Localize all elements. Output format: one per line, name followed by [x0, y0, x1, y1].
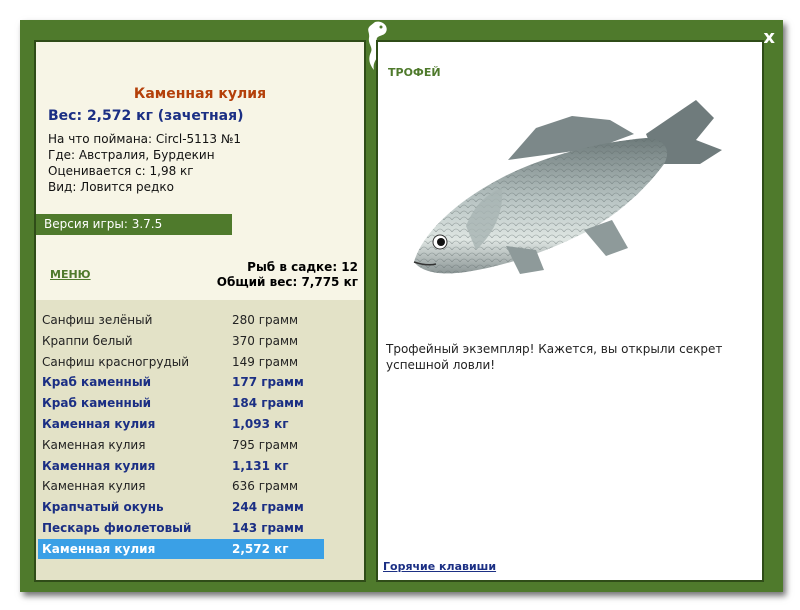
fish-list-weight: 1,093 кг [232, 417, 289, 431]
menu-button[interactable]: МЕНЮ [50, 268, 91, 281]
fish-list-row[interactable]: Санфиш красногрудый 149 грамм [38, 352, 324, 372]
fish-list-name: Санфиш красногрудый [42, 354, 190, 369]
fish-list-weight: 244 грамм [232, 500, 304, 515]
keepnet-stats: Рыб в садке: 12 Общий вес: 7,775 кг [217, 260, 358, 290]
catch-info-panel: Каменная кулия Вес: 2,572 кг (зачетная) … [34, 40, 366, 582]
fish-list-name: Краб каменный [42, 375, 152, 390]
fish-list-weight: 149 грамм [232, 354, 299, 369]
fish-list-weight: 795 грамм [232, 437, 299, 452]
catch-weight: Вес: 2,572 кг (зачетная) [48, 108, 244, 124]
fish-list-weight: 177 грамм [232, 375, 304, 390]
fish-list-row[interactable]: Каменная кулия 636 грамм [38, 476, 324, 496]
fish-list-weight: 636 грамм [232, 479, 299, 494]
fish-list-weight: 184 грамм [232, 396, 304, 411]
fish-list-name: Каменная кулия [42, 437, 146, 452]
fish-list-row[interactable]: Краб каменный 184 грамм [38, 393, 324, 413]
catch-value-threshold: Оценивается с: 1,98 кг [48, 164, 194, 178]
fish-list-row[interactable]: Крапчатый окунь 244 грамм [38, 497, 324, 517]
hotkeys-link[interactable]: Горячие клавиши [383, 560, 496, 573]
fish-list-row[interactable]: Каменная кулия 1,093 кг [38, 414, 324, 434]
fish-illustration-icon [413, 100, 722, 274]
fish-list-name: Санфиш зелёный [42, 313, 153, 327]
trophy-panel: ТРОФЕЙ Трофейный экземпляр! Кажется, вы … [376, 40, 764, 582]
fish-list-row[interactable]: Каменная кулия 1,131 кг [38, 456, 324, 476]
fish-list-row[interactable]: Пескарь фиолетовый 143 грамм [38, 518, 324, 538]
catch-bait: На что поймана: Circl-5113 №1 [48, 132, 241, 146]
game-version-bar: Версия игры: 3.7.5 [36, 214, 232, 235]
fish-list-weight: 1,131 кг [232, 458, 289, 473]
catch-fish-name: Каменная кулия [133, 86, 267, 102]
fish-list-name: Каменная кулия [42, 458, 156, 473]
keepnet-fish-list: Санфиш зелёный 280 грамм Краппи белый 370 г… [36, 300, 364, 580]
trophy-message: Трофейный экземпляр! Кажется, вы открыли… [386, 342, 723, 372]
fish-list-name: Крапчатый окунь [42, 500, 164, 515]
keepnet-fish-count: Рыб в садке: 12 [247, 260, 358, 274]
fish-list-weight: 370 грамм [232, 333, 299, 348]
fish-list-weight: 143 грамм [232, 521, 304, 535]
catch-rarity: Вид: Ловится редко [48, 180, 174, 194]
game-window: x Каменная кулия Вес: 2,572 кг (зачетная… [20, 20, 783, 592]
fish-list-weight: 280 грамм [232, 313, 299, 327]
fish-list-name: Каменная кулия [42, 541, 156, 556]
keepnet-total-weight: Общий вес: 7,775 кг [216, 275, 358, 289]
fish-list-row[interactable]: Санфиш зелёный 280 грамм [38, 310, 324, 330]
fish-list-name: Каменная кулия [42, 479, 146, 494]
fish-list-row[interactable]: Каменная кулия 2,572 кг [38, 538, 324, 559]
fish-list-row[interactable]: Каменная кулия 795 грамм [38, 435, 324, 455]
fish-list-row[interactable]: Краб каменный 177 грамм [38, 372, 324, 392]
trophy-title: ТРОФЕЙ [388, 66, 441, 79]
fish-list-name: Краппи белый [42, 333, 133, 348]
fish-list-name: Каменная кулия [42, 417, 156, 431]
fish-list-row[interactable]: Краппи белый 370 грамм [38, 331, 324, 351]
catch-location: Где: Австралия, Бурдекин [48, 148, 215, 162]
fish-list-name: Краб каменный [42, 396, 152, 411]
fish-list-weight: 2,572 кг [232, 541, 289, 556]
fish-list-name: Пескарь фиолетовый [42, 521, 192, 535]
close-button[interactable]: x [763, 27, 775, 48]
